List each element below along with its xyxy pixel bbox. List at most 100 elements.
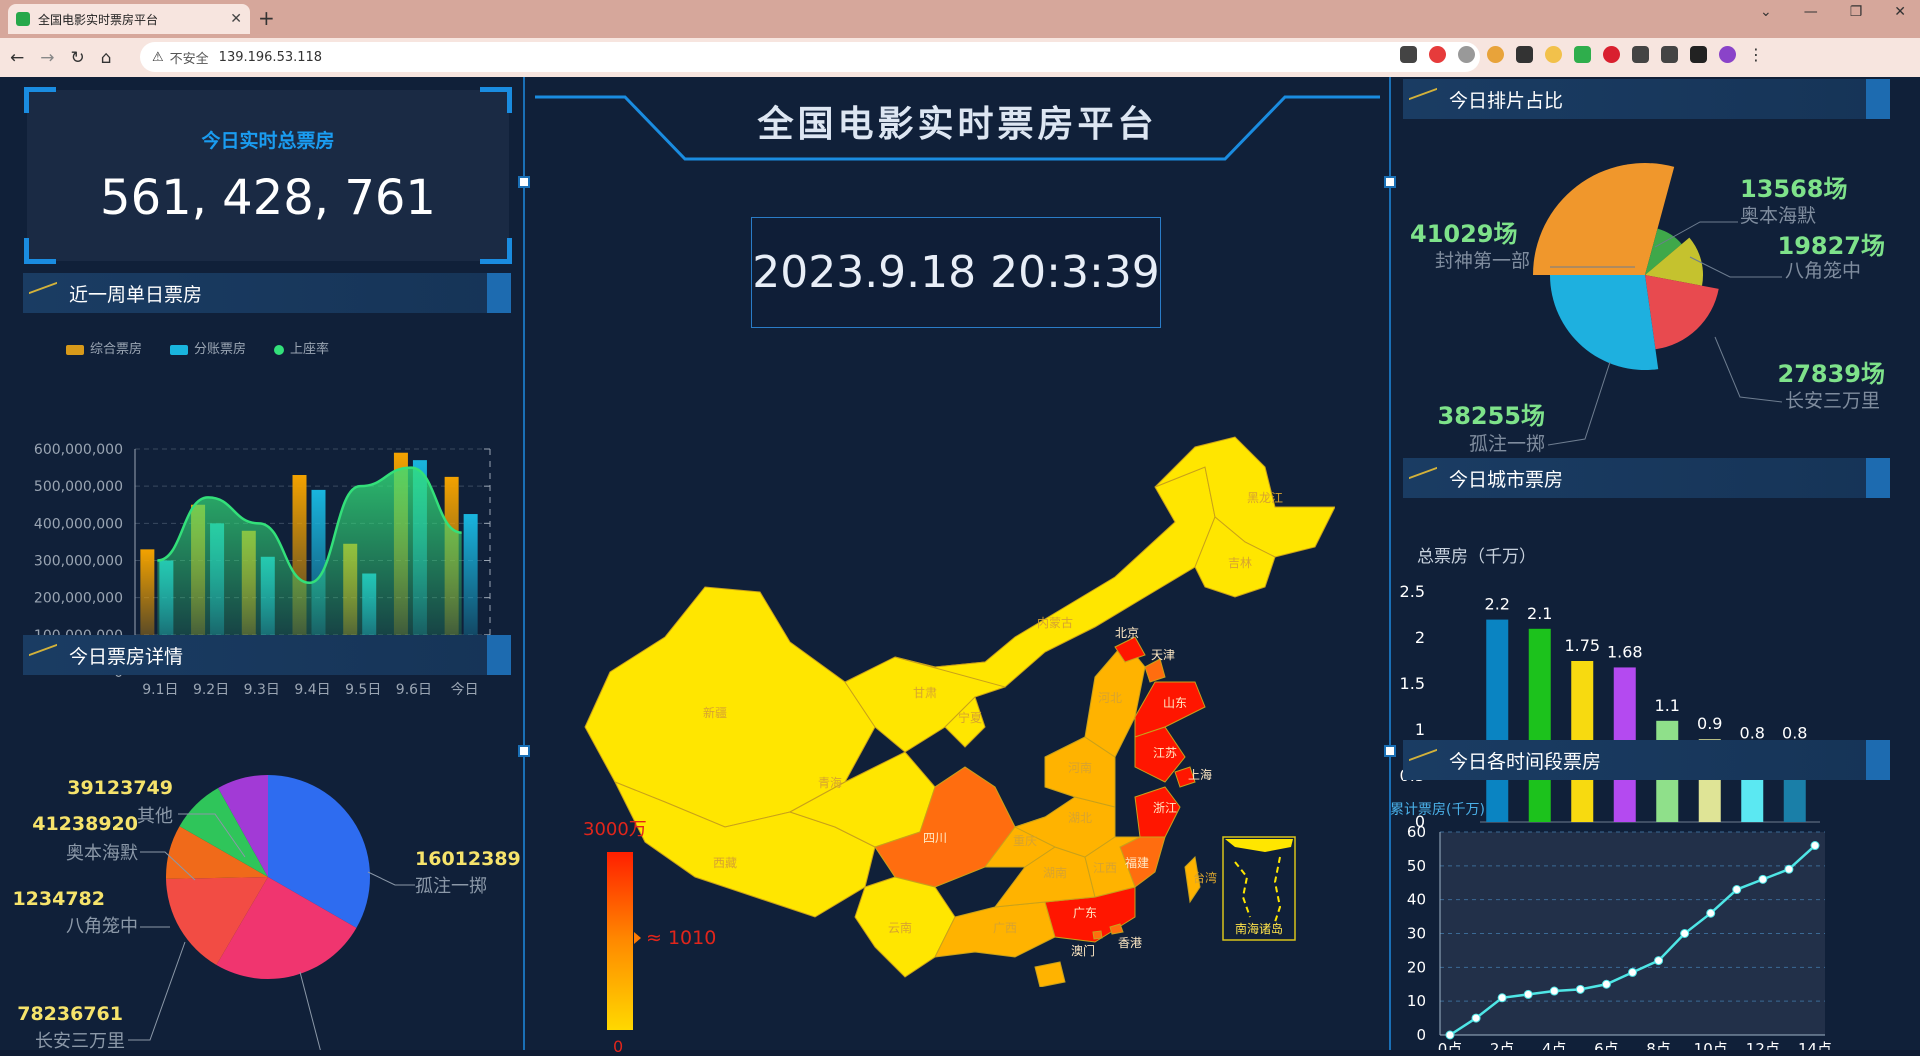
province-label: 江苏 (1153, 746, 1177, 760)
corner-decor (480, 238, 512, 264)
label-line (367, 871, 415, 886)
datetime-box: 2023.9.18 20:3:39 (751, 217, 1161, 328)
province-label: 青海 (818, 775, 842, 790)
legend-item[interactable]: 综合票房 (66, 338, 142, 357)
browser-tab[interactable]: 全国电影实时票房平台 ✕ (8, 4, 250, 34)
slice-value: 41238920 (32, 813, 138, 835)
menu-icon[interactable]: ⋮ (1748, 46, 1765, 63)
label-line (1689, 256, 1782, 278)
map-legend-min: 0 (613, 1037, 624, 1056)
avatar[interactable] (1719, 46, 1736, 63)
panel-title-text: 近一周单日票房 (69, 283, 203, 306)
y-tick-label: 2 (1415, 628, 1425, 647)
total-box: 今日实时总票房 561, 428, 761 (24, 87, 512, 264)
sidebar-icon[interactable] (1690, 46, 1707, 63)
forward-icon[interactable]: → (40, 48, 54, 68)
data-point (1784, 864, 1794, 874)
province-label: 云南 (888, 920, 912, 935)
slice-value: 1234782 (12, 888, 105, 910)
data-label: 1.68 (1607, 642, 1643, 661)
extension-icon[interactable] (1516, 46, 1533, 63)
restore-icon[interactable]: ❐ (1850, 4, 1863, 20)
legend-item[interactable]: 分账票房 (170, 338, 246, 357)
slice-label: 八角笼中 (66, 916, 138, 937)
legend-item[interactable]: 上座率 (274, 338, 329, 357)
extension-icon[interactable] (1400, 46, 1417, 63)
reload-icon[interactable]: ↻ (71, 48, 85, 68)
url-text: 139.196.53.118 (218, 49, 323, 65)
data-point (1758, 874, 1768, 884)
x-tick-label: 0点 (1438, 1040, 1463, 1050)
opera-icon[interactable] (1603, 46, 1620, 63)
slice-label: 其他 (137, 806, 173, 827)
data-point (1445, 1030, 1455, 1040)
media-icon[interactable] (1661, 46, 1678, 63)
y-tick-label: 20 (1407, 958, 1426, 976)
corner-decor (24, 238, 56, 264)
map-legend-handle[interactable] (634, 932, 641, 944)
province-label: 河北 (1098, 691, 1122, 705)
province-label: 甘肃 (913, 686, 937, 700)
panel-title-text: 今日排片占比 (1449, 89, 1564, 112)
new-tab-icon[interactable]: + (258, 6, 275, 30)
data-point (1575, 984, 1585, 994)
slice-value: 27839场 (1778, 360, 1886, 388)
y-tick-label: 400,000,000 (34, 516, 123, 532)
panel-title-text: 今日城市票房 (1449, 468, 1564, 491)
slice-value: 16012389 (415, 848, 520, 870)
total-label: 今日实时总票房 (201, 130, 335, 152)
close-window-icon[interactable]: ✕ (1894, 4, 1906, 20)
total-value: 561, 428, 761 (100, 170, 436, 226)
province-label: 北京 (1115, 626, 1139, 640)
slice-label: 封神第一部 (1435, 250, 1530, 272)
url-bar[interactable]: ⚠ 不安全 139.196.53.118 (140, 42, 1480, 72)
title-end-decor (1866, 740, 1890, 780)
data-label: 1.75 (1564, 636, 1600, 655)
province-label: 新疆 (703, 705, 727, 720)
extension-icon[interactable] (1545, 46, 1562, 63)
corner-decor (24, 87, 56, 113)
shield-icon[interactable] (1574, 46, 1591, 63)
slice-value: 78236761 (17, 1003, 123, 1025)
slice-value: 39123749 (67, 777, 173, 799)
data-point (1628, 967, 1637, 977)
warning-icon: ⚠ (152, 49, 164, 65)
puzzle-icon[interactable] (1632, 46, 1649, 63)
data-point (1601, 979, 1611, 989)
y-tick-label: 50 (1407, 857, 1426, 875)
data-label: 0.9 (1697, 714, 1722, 733)
data-point (1471, 1013, 1481, 1023)
china-map: 新疆西藏 青海 甘肃 内蒙古 黑龙江吉林宁夏四川 重庆云南 广西 广东 湖南 湖北 河南 河北 山东 北京… (584, 436, 1335, 987)
extension-icon[interactable] (1487, 46, 1504, 63)
label-line (1547, 361, 1611, 446)
map-legend-max: 3000万 (583, 819, 647, 840)
pie-slice-长安三万里 (1645, 275, 1719, 350)
title-end-decor (487, 635, 511, 675)
data-point (1549, 986, 1559, 996)
data-point (1523, 989, 1533, 999)
y-tick-label: 200,000,000 (34, 591, 123, 607)
extension-icon[interactable] (1458, 46, 1475, 63)
map-legend-bar[interactable] (607, 852, 633, 1030)
window-controls: ⌄ — ❐ ✕ (1760, 4, 1906, 20)
data-point (1706, 908, 1716, 918)
x-tick-label: 14点 (1798, 1040, 1832, 1050)
province-天津 (1144, 658, 1166, 683)
minimize-icon[interactable]: — (1804, 4, 1818, 20)
province-海南 (1034, 961, 1066, 987)
data-point (1732, 885, 1742, 895)
back-icon[interactable]: ← (10, 48, 24, 68)
home-icon[interactable]: ⌂ (101, 48, 112, 68)
chevron-down-icon[interactable]: ⌄ (1760, 4, 1772, 20)
province-label: 香港 (1118, 936, 1142, 950)
close-tab-icon[interactable]: ✕ (230, 11, 242, 27)
panel-title-weekly: 近一周单日票房 (23, 273, 511, 313)
panel-title-text: 今日各时间段票房 (1449, 750, 1602, 773)
y-tick-label: 2.5 (1400, 582, 1425, 601)
data-point (1680, 929, 1690, 938)
data-label: 2.1 (1527, 604, 1552, 623)
province-label: 江西 (1093, 861, 1117, 875)
y-tick-label: 500,000,000 (34, 479, 123, 495)
adblock-icon[interactable] (1429, 46, 1446, 63)
province-label: 山东 (1163, 696, 1187, 710)
